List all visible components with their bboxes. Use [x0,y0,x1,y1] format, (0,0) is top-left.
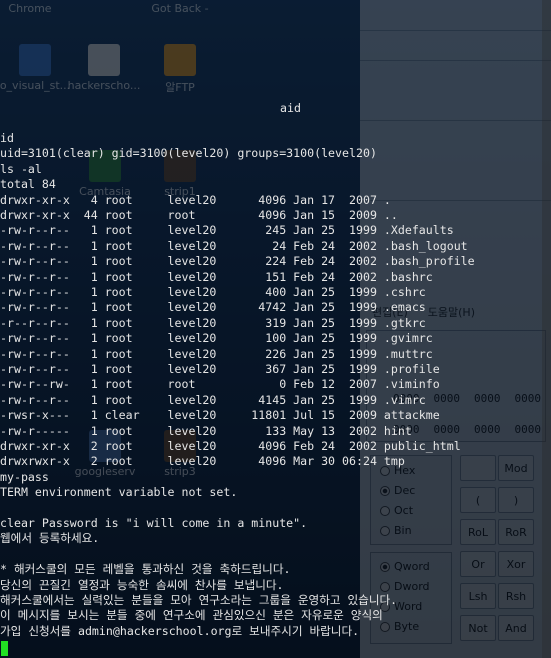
terminal-line: drwxrwxr-x 2 root level20 4096 Mar 30 06… [0,454,405,469]
terminal-line: TERM environment variable not set. [0,485,238,500]
terminal-line: 이 메시지를 보시는 분들 중에 연구소에 관심있으신 분은 자유로운 양식의 [0,608,383,623]
terminal-line: -rw-r--r-- 1 root level20 226 Jan 25 199… [0,346,433,361]
terminal-line: -rw-r--r-- 1 root level20 24 Feb 24 2002… [0,238,468,253]
terminal-line: drwxr-xr-x 4 root level20 4096 Jan 17 20… [0,192,391,207]
terminal-line: -rw-r--r-- 1 root level20 245 Jan 25 199… [0,223,454,238]
terminal-line: 가입 신청서를 admin@hackerschool.org로 보내주시기 바랍… [0,623,360,638]
terminal-window[interactable]: aid id uid=3101(clear) gid=3100(level20) … [0,0,551,658]
terminal-line: clear Password is "i will come in a minu… [0,516,308,530]
terminal-line: -r--r--r-- 1 root level20 319 Jan 25 199… [0,315,426,330]
terminal-line: drwxr-xr-x 44 root root 4096 Jan 15 2009… [0,208,398,222]
terminal-line: -rw-r--r-- 1 root level20 151 Feb 24 200… [0,269,433,284]
terminal-line: -rw-r--r-- 1 root level20 4145 Jan 25 19… [0,392,426,407]
terminal-line: total 84 [0,177,56,192]
terminal-cursor [1,641,8,656]
terminal-line: 당신의 끈질긴 열정과 능숙한 솜씨에 찬사를 보냅니다. [0,577,284,592]
terminal-line: -rw-r--r-- 1 root level20 4742 Jan 25 19… [0,300,426,315]
terminal-line: uid=3101(clear) gid=3100(level20) groups… [0,146,377,161]
terminal-line: -rw-r----- 1 root level20 133 May 13 200… [0,423,412,438]
terminal-line: ls -al [0,161,42,176]
terminal-line: -rw-r--r-- 1 root level20 367 Jan 25 199… [0,362,440,376]
terminal-line: id [0,131,14,145]
terminal-line: -rw-r--r-- 1 root level20 400 Jan 25 199… [0,285,426,299]
terminal-line: * 해커스쿨의 모든 레벨을 통과하신 것을 축하드립니다. [0,562,291,577]
terminal-line: -rwsr-x--- 1 clear level20 11801 Jul 15 … [0,408,440,423]
terminal-line: -rw-r--r-- 1 root level20 100 Jan 25 199… [0,331,433,346]
terminal-scrollbar[interactable] [542,0,551,658]
terminal-line: -rw-r--rw- 1 root root 0 Feb 12 2007 .vi… [0,377,440,392]
terminal-line: 웹에서 등록하세요. [0,531,100,546]
terminal-header-text: aid [280,101,301,115]
terminal-line: -rw-r--r-- 1 root level20 224 Feb 24 200… [0,254,475,269]
terminal-line: my-pass [0,469,49,484]
terminal-line: drwxr-xr-x 2 root level20 4096 Feb 24 20… [0,439,461,453]
terminal-line: 해커스쿨에서는 실력있는 분들을 모아 연구소라는 그룹을 운영하고 있습니다. [0,593,398,607]
